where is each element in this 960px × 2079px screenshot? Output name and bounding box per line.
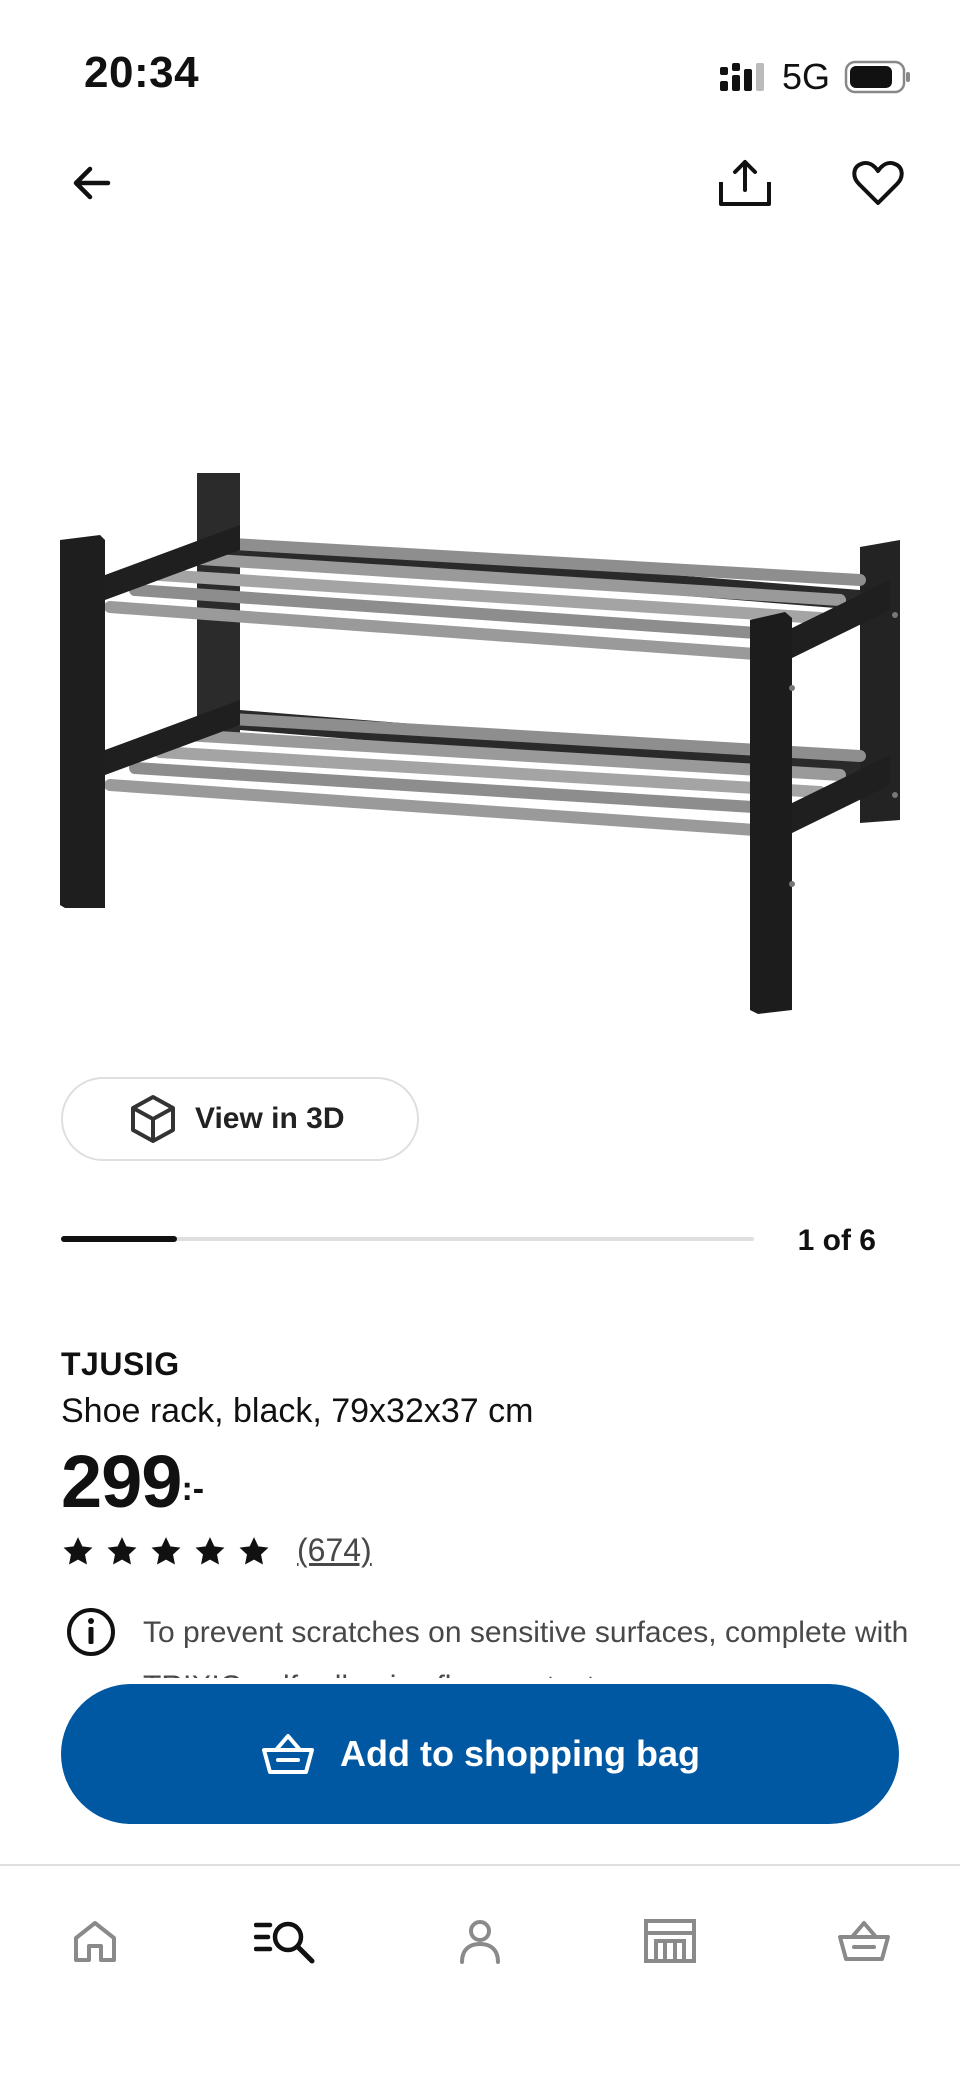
gallery-progress-fill xyxy=(61,1236,177,1242)
battery-icon xyxy=(844,60,910,94)
view-in-3d-button[interactable]: View in 3D xyxy=(61,1077,419,1161)
product-description: Shoe rack, black, 79x32x37 cm xyxy=(61,1392,534,1430)
star-icon xyxy=(195,1536,225,1565)
add-to-shopping-bag-button[interactable]: Add to shopping bag xyxy=(61,1684,899,1824)
tab-shopping-bag[interactable] xyxy=(824,1906,904,1976)
gallery-counter: 1 of 6 xyxy=(797,1224,876,1257)
cube-icon xyxy=(131,1095,175,1143)
shopping-bag-icon xyxy=(262,1734,315,1774)
star-icon xyxy=(239,1536,269,1565)
status-bar: 20:34 5G xyxy=(0,0,960,150)
bottom-tab-bar xyxy=(0,1864,960,2079)
info-text: To prevent scratches on sensitive surfac… xyxy=(143,1616,909,1678)
add-to-shopping-bag-label: Add to shopping bag xyxy=(340,1733,700,1774)
network-type: 5G xyxy=(781,56,830,97)
tab-stores[interactable] xyxy=(630,1906,710,1976)
review-count-link[interactable]: (674) xyxy=(297,1532,372,1569)
shopping-bag-tab-icon xyxy=(838,1921,890,1961)
price-suffix: :- xyxy=(181,1470,205,1508)
store-icon xyxy=(644,1919,696,1963)
gallery-progress xyxy=(61,1236,754,1242)
share-button[interactable] xyxy=(705,143,785,223)
arrow-left-icon xyxy=(73,166,111,200)
product-image[interactable] xyxy=(40,440,920,1020)
home-icon xyxy=(74,1921,116,1962)
heart-icon xyxy=(852,160,904,205)
status-indicators: 5G xyxy=(718,56,912,98)
star-icon xyxy=(63,1536,93,1565)
product-price: 299 :- xyxy=(61,1440,204,1524)
view-in-3d-label: View in 3D xyxy=(195,1102,345,1135)
tab-search[interactable] xyxy=(246,1906,326,1976)
back-button[interactable] xyxy=(52,143,132,223)
search-icon xyxy=(254,1921,315,1964)
star-icon xyxy=(151,1536,181,1565)
info-icon xyxy=(67,1608,115,1656)
profile-icon xyxy=(460,1920,500,1964)
price-amount: 299 xyxy=(61,1440,182,1523)
info-note: To prevent scratches on sensitive surfac… xyxy=(61,1606,921,1678)
star-icon xyxy=(107,1536,137,1565)
status-time: 20:34 xyxy=(84,48,200,97)
tab-home[interactable] xyxy=(55,1906,135,1976)
share-icon xyxy=(719,160,771,206)
signal-icon xyxy=(719,63,764,91)
favorite-button[interactable] xyxy=(838,143,918,223)
product-rating[interactable]: (674) xyxy=(61,1532,372,1569)
tab-profile[interactable] xyxy=(440,1906,520,1976)
rating-stars xyxy=(61,1535,271,1567)
product-name: TJUSIG xyxy=(61,1346,180,1382)
